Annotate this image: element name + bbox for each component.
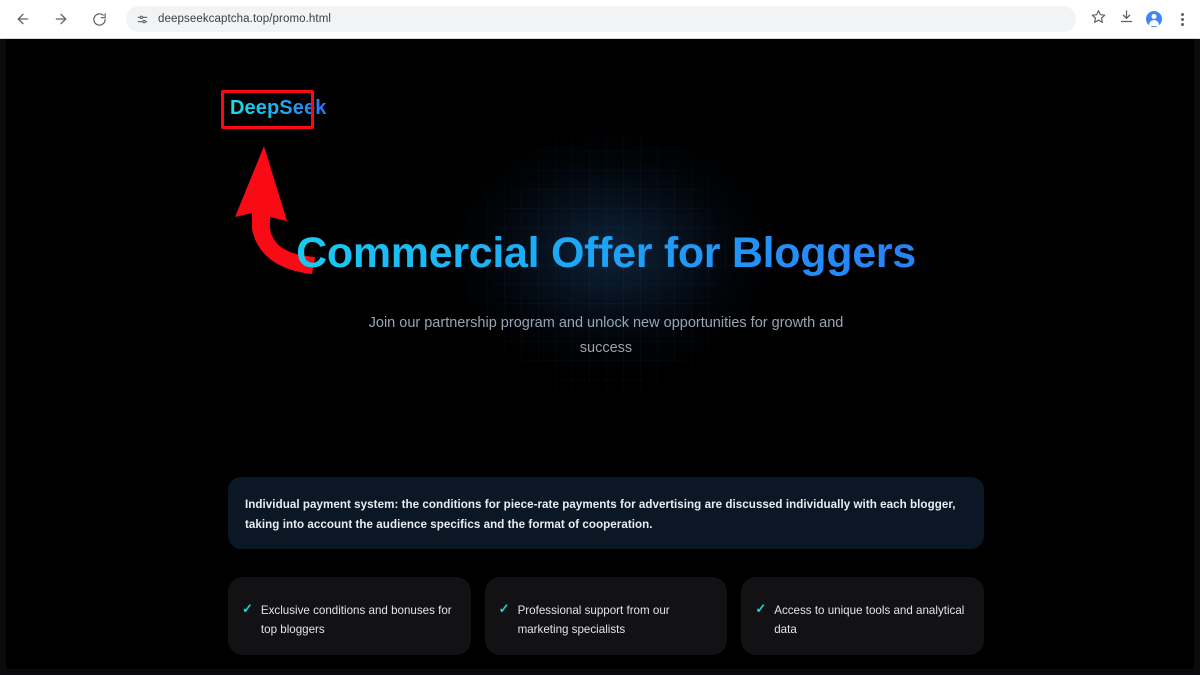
check-icon: ✓ [755, 601, 767, 616]
feature-card-label: Access to unique tools and analytical da… [774, 604, 965, 636]
reload-button[interactable] [84, 4, 114, 34]
star-icon [1091, 9, 1106, 29]
bookmark-button[interactable] [1084, 5, 1112, 33]
feature-card[interactable]: ✓ Exclusive conditions and bonuses for t… [228, 577, 471, 655]
feature-card[interactable]: ✓ Professional support from our marketin… [484, 577, 728, 655]
hero-title: Commercial Offer for Bloggers [6, 229, 1194, 278]
toolbar-actions [1084, 5, 1200, 33]
check-icon: ✓ [498, 601, 510, 616]
forward-button[interactable] [46, 4, 76, 34]
tune-sliders-icon[interactable] [136, 13, 149, 26]
feature-card-label: Exclusive conditions and bonuses for top… [260, 604, 452, 636]
hero-subtitle: Join our partnership program and unlock … [368, 315, 844, 356]
back-arrow-icon [15, 11, 31, 27]
feature-card[interactable]: ✓ Access to unique tools and analytical … [741, 577, 984, 655]
browser-menu-button[interactable] [1168, 5, 1196, 33]
check-icon: ✓ [242, 601, 253, 616]
forward-arrow-icon [53, 11, 69, 27]
kebab-menu-icon [1180, 12, 1184, 26]
downloads-button[interactable] [1112, 5, 1140, 33]
url-text: deepseekcaptcha.top/promo.html [158, 13, 332, 25]
info-banner-text: Individual payment system: the condition… [245, 498, 956, 531]
feature-card-label: Professional support from our marketing … [517, 604, 670, 636]
address-bar[interactable]: deepseekcaptcha.top/promo.html [126, 6, 1076, 32]
info-banner: Individual payment system: the condition… [228, 477, 984, 549]
page-viewport: DeepSeek Commercial Offer for Bloggers J… [0, 39, 1200, 675]
feature-card-grid: ✓ Exclusive conditions and bonuses for t… [228, 577, 984, 669]
site-logo[interactable]: DeepSeek [230, 97, 326, 120]
back-button[interactable] [8, 4, 38, 34]
browser-toolbar: deepseekcaptcha.top/promo.html [0, 0, 1200, 39]
download-icon [1119, 9, 1134, 29]
profile-button[interactable] [1140, 5, 1168, 33]
reload-icon [92, 12, 107, 27]
promo-page: DeepSeek Commercial Offer for Bloggers J… [6, 39, 1194, 669]
profile-avatar-icon [1146, 11, 1162, 27]
